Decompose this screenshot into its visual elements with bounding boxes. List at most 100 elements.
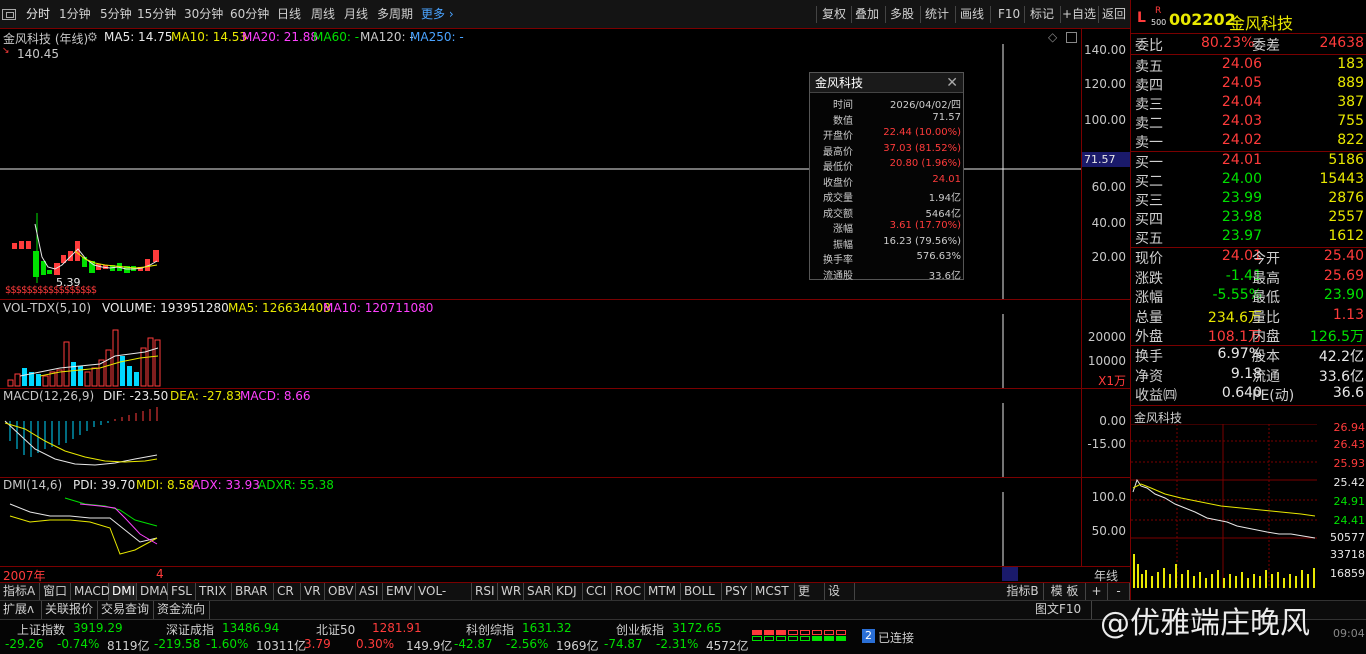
indicator-tab[interactable]: BRAR	[232, 583, 274, 601]
overlay-button[interactable]: 叠加	[855, 0, 879, 29]
indicator-tab[interactable]: DMI	[109, 583, 137, 601]
draw-line-button[interactable]: 画线	[960, 0, 984, 29]
extension-tab[interactable]: 资金流向	[154, 601, 210, 619]
axis-label: 100.0	[1091, 490, 1126, 504]
chevron-right-icon: ›	[448, 7, 454, 21]
tab-15min[interactable]: 15分钟	[137, 0, 176, 29]
breadth-cell	[836, 636, 846, 641]
breadth-cell	[812, 636, 822, 641]
close-icon[interactable]: ✕	[946, 75, 958, 91]
indicator-tab[interactable]: PSY	[722, 583, 752, 601]
order-volume: 183	[1337, 56, 1364, 72]
indicator-tab[interactable]: 窗口	[40, 583, 71, 601]
indicator-tab[interactable]: VR	[301, 583, 325, 601]
indicator-tab[interactable]: CR	[274, 583, 301, 601]
index-name[interactable]: 科创综指	[466, 621, 514, 638]
tab-30min[interactable]: 30分钟	[184, 0, 223, 29]
index-name[interactable]: 北证50	[316, 621, 355, 638]
data-tooltip: 金风科技 ✕ 时间 2026/04/02/四 数值 71.57 开盘价 22.44 (10…	[809, 72, 965, 283]
extension-tab[interactable]: 关联报价	[42, 601, 98, 619]
candle	[47, 270, 52, 274]
ma10-line	[74, 250, 158, 269]
tab-week[interactable]: 周线	[311, 0, 335, 29]
dmi-panel[interactable]: DMI(14,6) PDI: 39.70 MDI: 8.58 ADX: 33.9…	[0, 478, 1130, 566]
indicator-tab[interactable]: VOL-TDX	[415, 583, 472, 615]
indicator-tab[interactable]: OBV	[325, 583, 356, 601]
tab-day[interactable]: 日线	[277, 0, 301, 29]
cursor-value-tag: 71.57	[1082, 152, 1130, 167]
extension-tab[interactable]: 交易查询	[98, 601, 154, 619]
indicator-tab[interactable]: WR	[498, 583, 524, 601]
indicator-tab-right[interactable]: 模 板	[1044, 583, 1086, 601]
indicator-tab[interactable]: ASI	[356, 583, 383, 601]
stats-button[interactable]: 统计	[925, 0, 949, 29]
back-button[interactable]: 返回	[1102, 0, 1126, 29]
tab-5min[interactable]: 5分钟	[100, 0, 132, 29]
index-amount: 1969亿	[556, 639, 599, 653]
indicator-tab[interactable]: KDJ	[553, 583, 583, 601]
indicator-tab[interactable]: SAR	[524, 583, 553, 601]
tab-multi[interactable]: 多周期	[377, 0, 413, 29]
axis-label: 10000	[1087, 354, 1126, 368]
tooltip-row: 换手率 576.63%	[810, 251, 965, 267]
indicator-tab[interactable]: TRIX	[196, 583, 232, 601]
mini-chart-panel[interactable]: 金风科技 26.94 26.43 25.93 25.42 24.91 24.41…	[1131, 406, 1366, 600]
connection-status[interactable]: 已连接	[878, 629, 914, 646]
indicator-tab[interactable]: MTM	[645, 583, 681, 601]
macd-chart	[4, 403, 1004, 477]
indicator-tab-right[interactable]: 指标B	[1002, 583, 1044, 601]
breadth-cell	[788, 636, 798, 641]
volume-bar	[134, 372, 139, 386]
tooltip-row-label: 数值	[833, 115, 853, 127]
tooltip-row: 流通股 33.6亿	[810, 267, 965, 283]
index-percent: -1.60%	[206, 637, 249, 651]
candle	[26, 241, 31, 249]
index-percent: -2.31%	[656, 637, 699, 651]
indicator-tab[interactable]: CCI	[583, 583, 612, 601]
macd-panel[interactable]: MACD(12,26,9) DIF: -23.50 DEA: -27.83 MA…	[0, 389, 1130, 477]
mark-button[interactable]: 标记	[1030, 0, 1054, 29]
add-watchlist-button[interactable]: +自选	[1062, 0, 1096, 29]
f10-button[interactable]: F10	[998, 0, 1020, 29]
indicator-tab[interactable]: EMV	[383, 583, 415, 601]
axis-label: 25.42	[1333, 476, 1366, 489]
fuquan-button[interactable]: 复权	[822, 0, 846, 29]
index-name[interactable]: 创业板指	[616, 621, 664, 638]
indicator-tab[interactable]: BOLL	[681, 583, 722, 601]
indicator-tab[interactable]: 更多	[795, 583, 825, 615]
tooltip-row-label: 收盘价	[823, 177, 853, 189]
tooltip-row: 最低价 20.80 (1.96%)	[810, 158, 965, 174]
index-value: 3919.29	[73, 621, 123, 635]
tab-60min[interactable]: 60分钟	[230, 0, 269, 29]
indicator-tab[interactable]: RSI	[472, 583, 498, 601]
volume-bar	[91, 367, 98, 387]
weibi-value: 80.23%	[1201, 35, 1255, 51]
indicator-tab[interactable]: FSL	[168, 583, 196, 601]
indicator-tab[interactable]: DMA	[137, 583, 168, 601]
tooltip-row: 数值 71.57	[810, 112, 965, 128]
indicator-tab[interactable]: MACD	[71, 583, 110, 601]
volume-bar	[120, 356, 125, 386]
tooltip-row-label: 成交量	[823, 193, 853, 204]
more-periods-link[interactable]: 更多 ›	[421, 0, 454, 29]
indicator-tab[interactable]: ROC	[612, 583, 645, 601]
index-change: -42.87	[454, 637, 493, 651]
multi-stock-button[interactable]: 多股	[890, 0, 914, 29]
tab-1min[interactable]: 1分钟	[59, 0, 91, 29]
f10-tab[interactable]: 图文F10	[1032, 601, 1092, 619]
buy-order-row: 买四 23.98 2557	[1131, 209, 1366, 228]
indicator-tab[interactable]: 设置	[825, 583, 855, 615]
index-name[interactable]: 深证成指	[166, 621, 214, 638]
volume-bar	[42, 375, 49, 387]
tab-month[interactable]: 月线	[344, 0, 368, 29]
tab-fenshi[interactable]: 分时	[26, 0, 50, 29]
index-name[interactable]: 上证指数	[17, 621, 65, 638]
indicator-tab[interactable]: MCST	[752, 583, 795, 601]
tooltip-row-value: 576.63%	[916, 251, 962, 262]
indicator-tab[interactable]: 指标A	[0, 583, 40, 601]
volume-panel[interactable]: VOL-TDX(5,10) VOLUME: 193951280 MA5: 126…	[0, 300, 1130, 388]
window-icon[interactable]	[2, 9, 16, 20]
divider	[1098, 6, 1099, 23]
extension-tab[interactable]: 扩展ʌ	[0, 601, 42, 619]
divider	[851, 6, 852, 23]
